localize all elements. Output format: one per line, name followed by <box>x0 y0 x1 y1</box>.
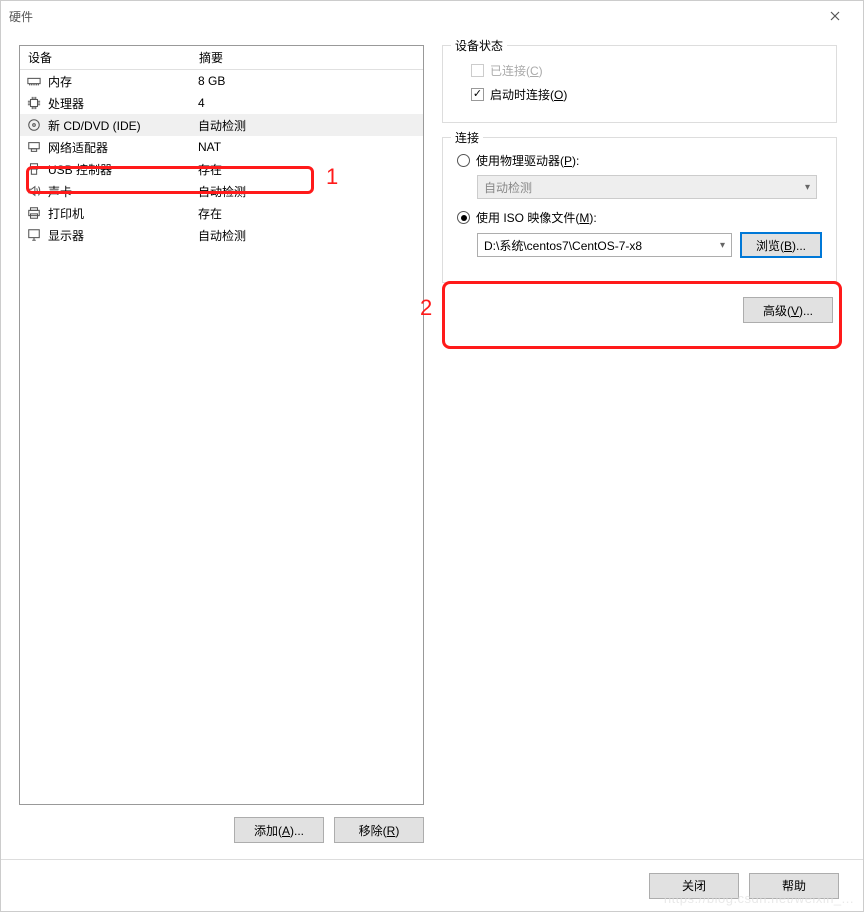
device-status-group: 设备状态 已连接(C) 启动时连接(O) <box>442 45 837 123</box>
window-title: 硬件 <box>9 8 815 25</box>
list-header: 设备 摘要 <box>20 46 423 70</box>
radio-icon <box>457 154 470 167</box>
device-name: 打印机 <box>48 205 198 222</box>
device-name: 声卡 <box>48 183 198 200</box>
remove-button[interactable]: 移除(R) <box>334 817 424 843</box>
left-panel: 设备 摘要 内存8 GB处理器4新 CD/DVD (IDE)自动检测网络适配器N… <box>19 45 424 855</box>
connection-group: 连接 使用物理驱动器(P): 自动检测 ▾ 使用 ISO 映像文件(M): D:… <box>442 137 837 283</box>
device-summary: 4 <box>198 96 423 110</box>
sound-icon <box>26 183 42 199</box>
iso-path-combo[interactable]: D:\系统\centos7\CentOS-7-x8 ▾ <box>477 233 732 257</box>
list-body: 内存8 GB处理器4新 CD/DVD (IDE)自动检测网络适配器NATUSB … <box>20 70 423 246</box>
chevron-down-icon: ▾ <box>805 182 810 193</box>
checkbox-icon <box>471 88 484 101</box>
titlebar: 硬件 <box>1 1 863 31</box>
network-icon <box>26 139 42 155</box>
left-buttons: 添加(A)... 移除(R) <box>19 805 424 855</box>
device-name: 处理器 <box>48 95 198 112</box>
device-name: 新 CD/DVD (IDE) <box>48 117 198 134</box>
annotation-label-1: 1 <box>326 164 338 190</box>
content-area: 设备 摘要 内存8 GB处理器4新 CD/DVD (IDE)自动检测网络适配器N… <box>1 31 863 859</box>
iso-radio[interactable]: 使用 ISO 映像文件(M): <box>457 209 822 226</box>
annotation-label-2: 2 <box>420 295 432 321</box>
device-summary: NAT <box>198 140 423 154</box>
memory-icon <box>26 73 42 89</box>
device-summary: 自动检测 <box>198 227 423 244</box>
device-row[interactable]: 内存8 GB <box>20 70 423 92</box>
device-row[interactable]: 声卡自动检测 <box>20 180 423 202</box>
add-button[interactable]: 添加(A)... <box>234 817 324 843</box>
advanced-row: 高级(V)... <box>442 297 837 323</box>
column-device[interactable]: 设备 <box>20 49 195 66</box>
hardware-dialog: 硬件 设备 摘要 内存8 GB处理器4新 CD/DVD (IDE)自动检测网络适… <box>0 0 864 912</box>
device-row[interactable]: USB 控制器存在 <box>20 158 423 180</box>
iso-row: D:\系统\centos7\CentOS-7-x8 ▾ 浏览(B)... <box>477 232 822 258</box>
device-summary: 自动检测 <box>198 183 423 200</box>
device-row[interactable]: 显示器自动检测 <box>20 224 423 246</box>
connection-legend: 连接 <box>451 129 483 146</box>
device-row[interactable]: 处理器4 <box>20 92 423 114</box>
device-name: 内存 <box>48 73 198 90</box>
checkbox-icon <box>471 64 484 77</box>
printer-icon <box>26 205 42 221</box>
cpu-icon <box>26 95 42 111</box>
device-row[interactable]: 打印机存在 <box>20 202 423 224</box>
device-summary: 8 GB <box>198 74 423 88</box>
right-panel: 设备状态 已连接(C) 启动时连接(O) 连接 使用物理驱动器(P): 自动检测 <box>434 45 845 855</box>
chevron-down-icon: ▾ <box>720 240 725 251</box>
device-list: 设备 摘要 内存8 GB处理器4新 CD/DVD (IDE)自动检测网络适配器N… <box>19 45 424 805</box>
usb-icon <box>26 161 42 177</box>
device-name: 显示器 <box>48 227 198 244</box>
connected-checkbox-row[interactable]: 已连接(C) <box>471 60 822 80</box>
device-row[interactable]: 网络适配器NAT <box>20 136 423 158</box>
physical-drive-combo: 自动检测 ▾ <box>477 175 817 199</box>
disc-icon <box>26 117 42 133</box>
display-icon <box>26 227 42 243</box>
device-summary: 存在 <box>198 161 423 178</box>
connect-poweron-checkbox-row[interactable]: 启动时连接(O) <box>471 84 822 104</box>
browse-button[interactable]: 浏览(B)... <box>740 232 822 258</box>
radio-icon <box>457 211 470 224</box>
device-name: USB 控制器 <box>48 161 198 178</box>
advanced-button[interactable]: 高级(V)... <box>743 297 833 323</box>
watermark: https://blog.csdn.net/weixin_... <box>664 891 854 906</box>
close-icon[interactable] <box>815 1 855 31</box>
device-summary: 自动检测 <box>198 117 423 134</box>
device-name: 网络适配器 <box>48 139 198 156</box>
device-status-legend: 设备状态 <box>451 37 507 54</box>
device-row[interactable]: 新 CD/DVD (IDE)自动检测 <box>20 114 423 136</box>
physical-drive-radio[interactable]: 使用物理驱动器(P): <box>457 152 822 169</box>
device-summary: 存在 <box>198 205 423 222</box>
column-summary[interactable]: 摘要 <box>195 49 423 66</box>
